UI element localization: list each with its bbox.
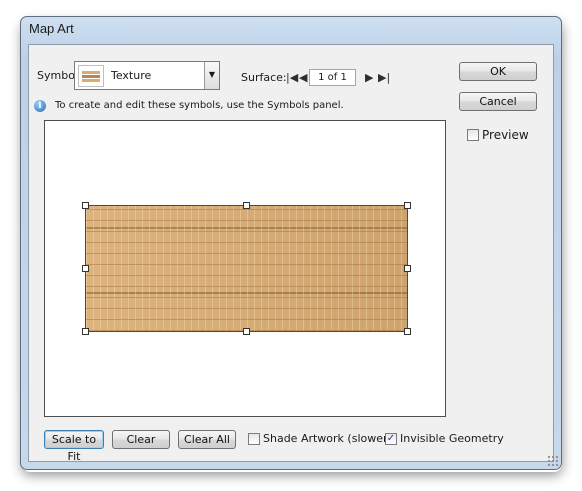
clear-all-button[interactable]: Clear All	[178, 430, 236, 449]
surface-label: Surface:	[241, 71, 287, 84]
scale-to-fit-button[interactable]: Scale to Fit	[44, 430, 104, 463]
selection-handle[interactable]	[82, 265, 89, 272]
invisible-geometry-label: Invisible Geometry	[400, 432, 504, 445]
symbol-dropdown[interactable]: Texture ▼	[74, 61, 220, 90]
info-icon: i	[34, 100, 46, 112]
invisible-geometry-checkbox[interactable]: ✓	[385, 433, 397, 445]
surface-page-field[interactable]: 1 of 1	[309, 69, 356, 86]
selection-handle[interactable]	[243, 328, 250, 335]
shade-artwork-checkbox[interactable]	[248, 433, 260, 445]
selection-handle[interactable]	[82, 202, 89, 209]
ok-button[interactable]: OK	[459, 62, 537, 81]
next-surface-icon[interactable]: ▶	[365, 71, 373, 84]
dropdown-arrow-icon[interactable]: ▼	[204, 62, 219, 89]
clear-button[interactable]: Clear	[112, 430, 170, 449]
selection-handle[interactable]	[243, 202, 250, 209]
map-art-preview[interactable]	[44, 120, 446, 417]
mapped-artwork[interactable]	[85, 205, 408, 332]
symbol-value: Texture	[111, 69, 152, 82]
dialog-body: Symbol: Texture ▼ Surface: |◀ ◀ 1 of 1 ▶…	[28, 44, 554, 463]
last-surface-icon[interactable]: ▶|	[378, 71, 390, 84]
preview-checkbox[interactable]	[467, 129, 479, 141]
map-art-dialog: Map Art Symbol: Texture ▼ Surface: |◀ ◀ …	[20, 16, 562, 470]
preview-label: Preview	[482, 128, 529, 142]
shade-artwork-label: Shade Artwork (slower)	[263, 432, 392, 445]
selection-handle[interactable]	[404, 202, 411, 209]
info-text: To create and edit these symbols, use th…	[55, 100, 344, 111]
resize-grip-icon[interactable]	[547, 455, 559, 467]
title-bar[interactable]: Map Art	[21, 17, 561, 43]
first-surface-icon[interactable]: |◀	[286, 71, 298, 84]
previous-surface-icon[interactable]: ◀	[299, 71, 307, 84]
selection-handle[interactable]	[404, 265, 411, 272]
selection-handle[interactable]	[82, 328, 89, 335]
window-title: Map Art	[29, 21, 74, 36]
selection-handle[interactable]	[404, 328, 411, 335]
texture-swatch-icon	[78, 65, 104, 87]
cancel-button[interactable]: Cancel	[459, 92, 537, 111]
